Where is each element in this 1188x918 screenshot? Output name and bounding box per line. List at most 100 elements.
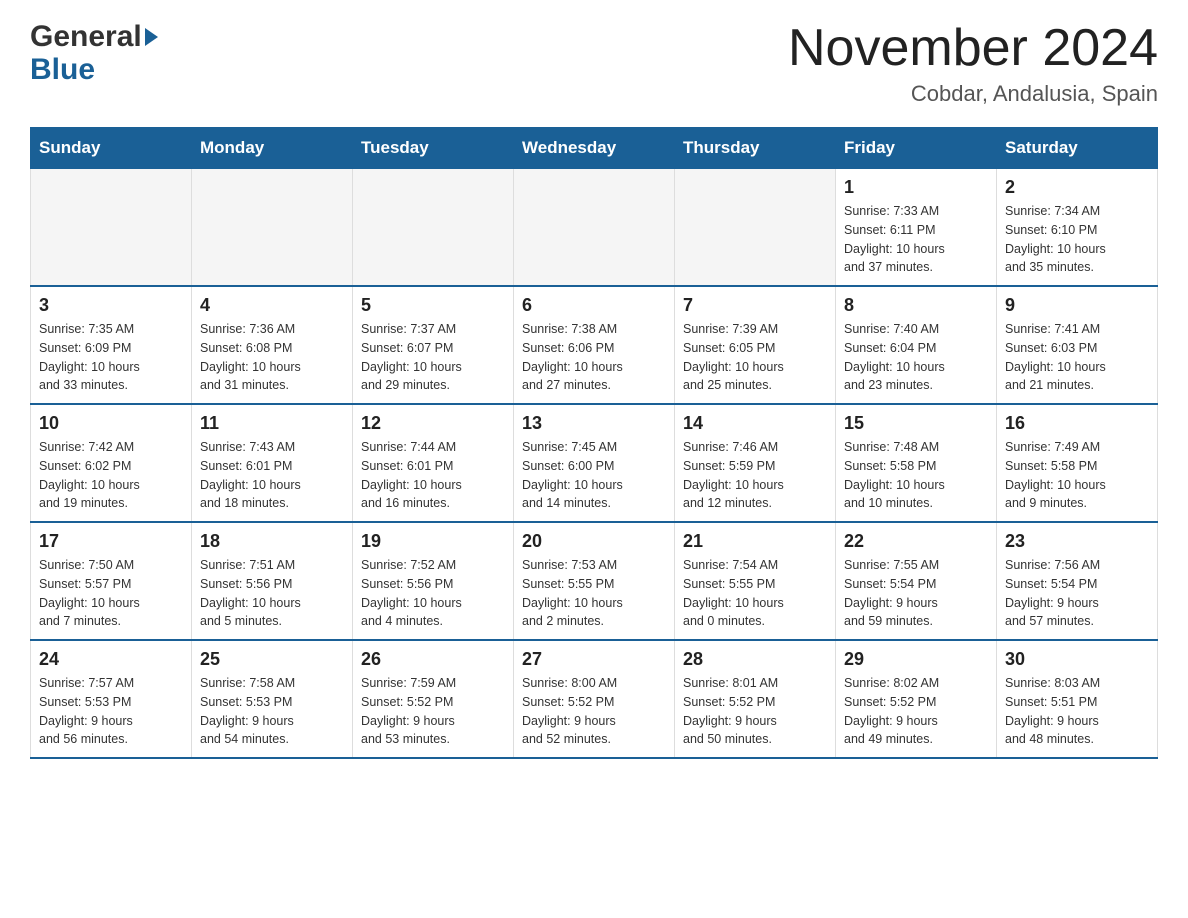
day-number: 7 <box>683 295 827 316</box>
day-info: Sunrise: 7:45 AM Sunset: 6:00 PM Dayligh… <box>522 438 666 513</box>
calendar-cell: 4Sunrise: 7:36 AM Sunset: 6:08 PM Daylig… <box>192 286 353 404</box>
day-number: 16 <box>1005 413 1149 434</box>
day-info: Sunrise: 7:50 AM Sunset: 5:57 PM Dayligh… <box>39 556 183 631</box>
day-number: 5 <box>361 295 505 316</box>
weekday-header-row: SundayMondayTuesdayWednesdayThursdayFrid… <box>31 128 1158 169</box>
calendar-cell: 8Sunrise: 7:40 AM Sunset: 6:04 PM Daylig… <box>836 286 997 404</box>
day-number: 25 <box>200 649 344 670</box>
day-number: 10 <box>39 413 183 434</box>
calendar-cell: 16 Sunrise: 7:49 AM Sunset: 5:58 PM Dayli… <box>997 404 1158 522</box>
day-number: 27 <box>522 649 666 670</box>
day-info: Sunrise: 7:44 AM Sunset: 6:01 PM Dayligh… <box>361 438 505 513</box>
day-info: Sunrise: 7:57 AM Sunset: 5:53 PM Dayligh… <box>39 674 183 749</box>
weekday-header-wednesday: Wednesday <box>514 128 675 169</box>
day-info: Sunrise: 7:34 AM Sunset: 6:10 PM Dayligh… <box>1005 202 1149 277</box>
day-info: Sunrise: 7:55 AM Sunset: 5:54 PM Dayligh… <box>844 556 988 631</box>
day-number: 6 <box>522 295 666 316</box>
day-number: 24 <box>39 649 183 670</box>
day-info: Sunrise: 7:38 AM Sunset: 6:06 PM Dayligh… <box>522 320 666 395</box>
day-number: 18 <box>200 531 344 552</box>
day-number: 1 <box>844 177 988 198</box>
day-info: Sunrise: 7:37 AM Sunset: 6:07 PM Dayligh… <box>361 320 505 395</box>
calendar-week-4: 17 Sunrise: 7:50 AM Sunset: 5:57 PM Dayli… <box>31 522 1158 640</box>
calendar-cell: 23 Sunrise: 7:56 AM Sunset: 5:54 PM Dayli… <box>997 522 1158 640</box>
day-info: Sunrise: 7:56 AM Sunset: 5:54 PM Dayligh… <box>1005 556 1149 631</box>
day-number: 29 <box>844 649 988 670</box>
day-number: 30 <box>1005 649 1149 670</box>
day-number: 20 <box>522 531 666 552</box>
calendar-week-2: 3 Sunrise: 7:35 AM Sunset: 6:09 PM Daylig… <box>31 286 1158 404</box>
day-info: Sunrise: 7:46 AM Sunset: 5:59 PM Dayligh… <box>683 438 827 513</box>
day-number: 4 <box>200 295 344 316</box>
calendar-cell: 29 Sunrise: 8:02 AM Sunset: 5:52 PM Dayli… <box>836 640 997 758</box>
calendar-cell: 28 Sunrise: 8:01 AM Sunset: 5:52 PM Dayli… <box>675 640 836 758</box>
weekday-header-monday: Monday <box>192 128 353 169</box>
weekday-header-sunday: Sunday <box>31 128 192 169</box>
calendar-cell: 2 Sunrise: 7:34 AM Sunset: 6:10 PM Daylig… <box>997 169 1158 287</box>
day-number: 28 <box>683 649 827 670</box>
calendar-cell <box>353 169 514 287</box>
calendar-cell: 19 Sunrise: 7:52 AM Sunset: 5:56 PM Dayli… <box>353 522 514 640</box>
calendar-week-5: 24 Sunrise: 7:57 AM Sunset: 5:53 PM Dayli… <box>31 640 1158 758</box>
day-number: 23 <box>1005 531 1149 552</box>
day-info: Sunrise: 7:51 AM Sunset: 5:56 PM Dayligh… <box>200 556 344 631</box>
day-number: 13 <box>522 413 666 434</box>
day-info: Sunrise: 7:52 AM Sunset: 5:56 PM Dayligh… <box>361 556 505 631</box>
day-info: Sunrise: 7:54 AM Sunset: 5:55 PM Dayligh… <box>683 556 827 631</box>
logo: General Blue <box>30 20 158 86</box>
calendar-cell: 3 Sunrise: 7:35 AM Sunset: 6:09 PM Daylig… <box>31 286 192 404</box>
logo-general-text: General <box>30 20 142 53</box>
calendar-cell <box>192 169 353 287</box>
calendar-cell: 22Sunrise: 7:55 AM Sunset: 5:54 PM Dayli… <box>836 522 997 640</box>
calendar-cell: 9Sunrise: 7:41 AM Sunset: 6:03 PM Daylig… <box>997 286 1158 404</box>
title-block: November 2024 Cobdar, Andalusia, Spain <box>788 20 1158 107</box>
calendar-cell: 15Sunrise: 7:48 AM Sunset: 5:58 PM Dayli… <box>836 404 997 522</box>
calendar-week-3: 10 Sunrise: 7:42 AM Sunset: 6:02 PM Dayli… <box>31 404 1158 522</box>
calendar-week-1: 1 Sunrise: 7:33 AM Sunset: 6:11 PM Daylig… <box>31 169 1158 287</box>
day-info: Sunrise: 8:00 AM Sunset: 5:52 PM Dayligh… <box>522 674 666 749</box>
calendar-cell: 1 Sunrise: 7:33 AM Sunset: 6:11 PM Daylig… <box>836 169 997 287</box>
day-number: 14 <box>683 413 827 434</box>
day-info: Sunrise: 7:49 AM Sunset: 5:58 PM Dayligh… <box>1005 438 1149 513</box>
calendar-cell <box>514 169 675 287</box>
day-number: 26 <box>361 649 505 670</box>
weekday-header-friday: Friday <box>836 128 997 169</box>
day-info: Sunrise: 7:33 AM Sunset: 6:11 PM Dayligh… <box>844 202 988 277</box>
day-number: 9 <box>1005 295 1149 316</box>
page-header: General Blue November 2024 Cobdar, Andal… <box>30 20 1158 107</box>
calendar-cell: 24 Sunrise: 7:57 AM Sunset: 5:53 PM Dayli… <box>31 640 192 758</box>
calendar-cell: 30Sunrise: 8:03 AM Sunset: 5:51 PM Dayli… <box>997 640 1158 758</box>
day-number: 19 <box>361 531 505 552</box>
calendar-cell <box>675 169 836 287</box>
day-info: Sunrise: 8:01 AM Sunset: 5:52 PM Dayligh… <box>683 674 827 749</box>
calendar-cell: 10 Sunrise: 7:42 AM Sunset: 6:02 PM Dayli… <box>31 404 192 522</box>
calendar-cell: 14 Sunrise: 7:46 AM Sunset: 5:59 PM Dayli… <box>675 404 836 522</box>
day-number: 2 <box>1005 177 1149 198</box>
day-number: 8 <box>844 295 988 316</box>
calendar-cell: 25Sunrise: 7:58 AM Sunset: 5:53 PM Dayli… <box>192 640 353 758</box>
logo-triangle-icon <box>145 28 158 46</box>
weekday-header-tuesday: Tuesday <box>353 128 514 169</box>
day-number: 15 <box>844 413 988 434</box>
day-info: Sunrise: 7:42 AM Sunset: 6:02 PM Dayligh… <box>39 438 183 513</box>
day-info: Sunrise: 7:53 AM Sunset: 5:55 PM Dayligh… <box>522 556 666 631</box>
day-number: 11 <box>200 413 344 434</box>
calendar-cell: 11 Sunrise: 7:43 AM Sunset: 6:01 PM Dayli… <box>192 404 353 522</box>
calendar-cell <box>31 169 192 287</box>
calendar-cell: 21Sunrise: 7:54 AM Sunset: 5:55 PM Dayli… <box>675 522 836 640</box>
day-info: Sunrise: 7:39 AM Sunset: 6:05 PM Dayligh… <box>683 320 827 395</box>
calendar-cell: 27 Sunrise: 8:00 AM Sunset: 5:52 PM Dayli… <box>514 640 675 758</box>
day-info: Sunrise: 7:59 AM Sunset: 5:52 PM Dayligh… <box>361 674 505 749</box>
day-number: 12 <box>361 413 505 434</box>
calendar-cell: 5 Sunrise: 7:37 AM Sunset: 6:07 PM Daylig… <box>353 286 514 404</box>
day-info: Sunrise: 7:43 AM Sunset: 6:01 PM Dayligh… <box>200 438 344 513</box>
day-info: Sunrise: 7:35 AM Sunset: 6:09 PM Dayligh… <box>39 320 183 395</box>
weekday-header-thursday: Thursday <box>675 128 836 169</box>
calendar-cell: 17 Sunrise: 7:50 AM Sunset: 5:57 PM Dayli… <box>31 522 192 640</box>
day-number: 3 <box>39 295 183 316</box>
calendar-cell: 12 Sunrise: 7:44 AM Sunset: 6:01 PM Dayli… <box>353 404 514 522</box>
calendar-cell: 20 Sunrise: 7:53 AM Sunset: 5:55 PM Dayli… <box>514 522 675 640</box>
weekday-header-saturday: Saturday <box>997 128 1158 169</box>
day-number: 17 <box>39 531 183 552</box>
day-info: Sunrise: 8:02 AM Sunset: 5:52 PM Dayligh… <box>844 674 988 749</box>
